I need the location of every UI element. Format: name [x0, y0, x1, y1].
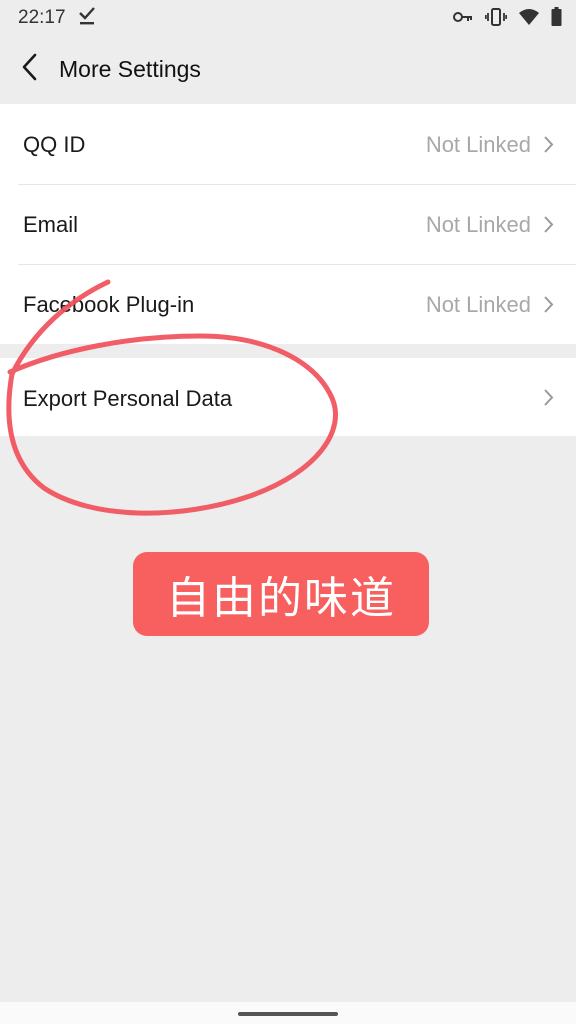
- status-icons: [453, 7, 562, 31]
- home-gesture-handle[interactable]: [238, 1012, 338, 1016]
- wifi-icon: [519, 8, 539, 30]
- export-personal-data-label: Export Personal Data: [23, 386, 233, 411]
- watermark-badge: 自由的味道: [133, 552, 429, 636]
- facebook-plugin-status: Not Linked: [425, 292, 531, 317]
- chevron-left-icon: [21, 53, 37, 86]
- email-status: Not Linked: [425, 212, 531, 237]
- email-label: Email: [23, 212, 79, 237]
- page-title: More Settings: [59, 56, 201, 82]
- qq-id-status: Not Linked: [425, 132, 531, 157]
- linked-accounts-list: QQ ID Not Linked Email Not Linked Facebo…: [0, 104, 576, 344]
- facebook-plugin-row[interactable]: Facebook Plug-in Not Linked: [0, 264, 576, 344]
- qq-id-row[interactable]: QQ ID Not Linked: [0, 104, 576, 184]
- export-section: Export Personal Data: [0, 358, 576, 436]
- email-row[interactable]: Email Not Linked: [0, 184, 576, 264]
- vibrate-icon: [484, 7, 508, 31]
- export-personal-data-row[interactable]: Export Personal Data: [0, 358, 576, 436]
- system-nav-bar: [0, 1002, 576, 1024]
- chevron-right-icon: [543, 135, 554, 159]
- status-time: 22:17: [18, 7, 66, 28]
- qq-id-label: QQ ID: [23, 132, 86, 157]
- key-icon: [453, 10, 473, 29]
- facebook-plugin-label: Facebook Plug-in: [23, 292, 195, 317]
- chevron-right-icon: [543, 215, 554, 239]
- status-bar: 22:17: [0, 0, 576, 36]
- battery-icon: [551, 7, 562, 31]
- back-button[interactable]: [12, 52, 46, 86]
- top-bar: More Settings: [0, 36, 576, 102]
- download-done-icon: [78, 6, 96, 31]
- chevron-right-icon: [543, 388, 554, 412]
- watermark-text: 自由的味道: [166, 573, 396, 624]
- chevron-right-icon: [543, 295, 554, 319]
